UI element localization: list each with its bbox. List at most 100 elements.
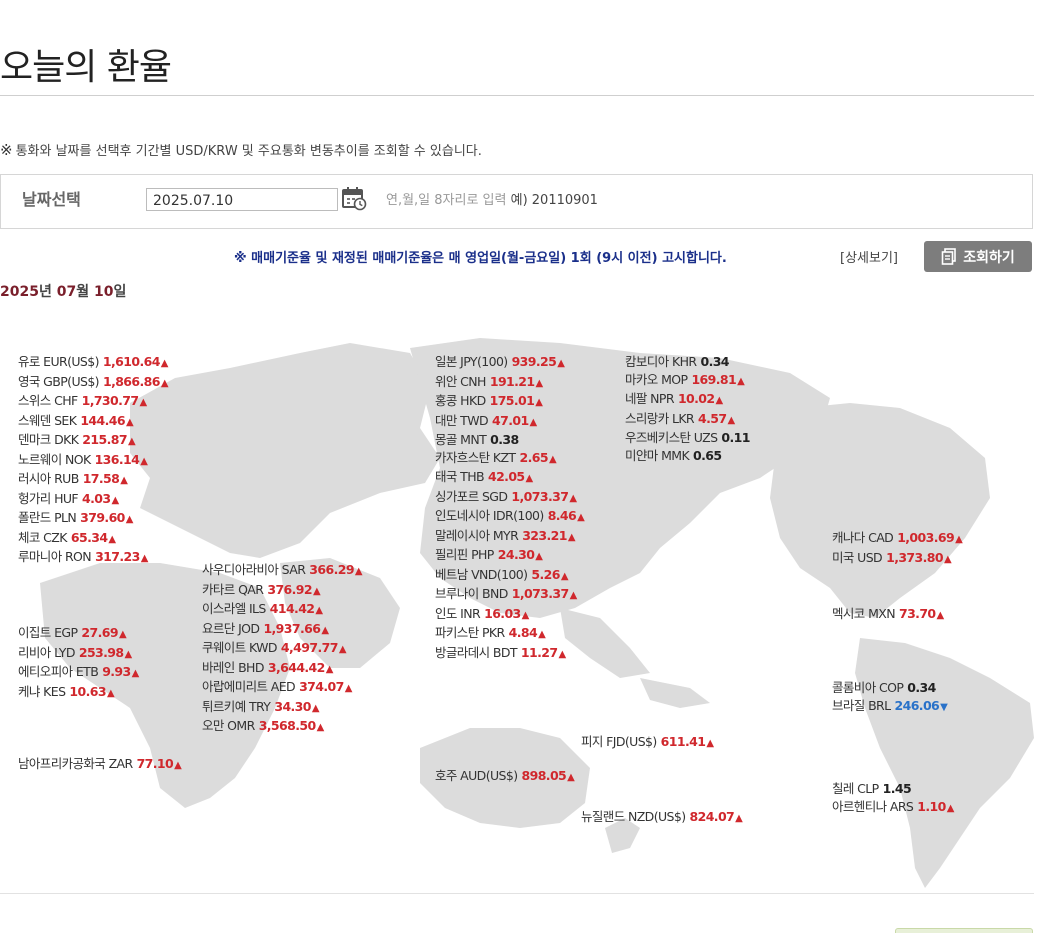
rate-item[interactable]: 베트남 VND(100) 5.26▲ bbox=[435, 566, 584, 586]
up-arrow-icon: ▲ bbox=[735, 813, 743, 824]
rate-value: 611.41 bbox=[660, 734, 706, 749]
rate-item[interactable]: 칠레 CLP 1.45 bbox=[832, 780, 954, 798]
rate-item[interactable]: 네팔 NPR 10.02▲ bbox=[625, 390, 750, 410]
rate-item[interactable]: 인도 INR 16.03▲ bbox=[435, 605, 584, 625]
bottom-corner-button[interactable] bbox=[895, 928, 1033, 933]
rate-item[interactable]: 필리핀 PHP 24.30▲ bbox=[435, 546, 584, 566]
title-divider bbox=[0, 95, 1034, 96]
up-arrow-icon: ▲ bbox=[315, 605, 323, 616]
rate-item[interactable]: 우즈베키스탄 UZS 0.11 bbox=[625, 429, 750, 447]
rate-item[interactable]: 노르웨이 NOK 136.14▲ bbox=[18, 451, 168, 471]
currency-name: 이집트 EGP bbox=[18, 625, 78, 640]
date-input[interactable] bbox=[146, 188, 338, 211]
rate-item[interactable]: 덴마크 DKK 215.87▲ bbox=[18, 431, 168, 451]
rate-item[interactable]: 헝가리 HUF 4.03▲ bbox=[18, 490, 168, 510]
rate-item[interactable]: 루마니아 RON 317.23▲ bbox=[18, 548, 168, 568]
up-arrow-icon: ▲ bbox=[946, 802, 955, 814]
rate-item[interactable]: 이스라엘 ILS 414.42▲ bbox=[202, 600, 362, 620]
rate-item[interactable]: 케냐 KES 10.63▲ bbox=[18, 683, 139, 703]
rate-item[interactable]: 마카오 MOP 169.81▲ bbox=[625, 371, 750, 391]
up-arrow-icon: ▲ bbox=[125, 416, 134, 428]
rate-value: 374.07 bbox=[299, 679, 344, 694]
rate-item[interactable]: 스위스 CHF 1,730.77▲ bbox=[18, 392, 168, 412]
rate-item[interactable]: 스리랑카 LKR 4.57▲ bbox=[625, 410, 750, 430]
query-button[interactable]: 조회하기 bbox=[924, 241, 1032, 272]
rate-item[interactable]: 영국 GBP(US$) 1,866.86▲ bbox=[18, 373, 169, 393]
rate-value: 27.69 bbox=[81, 625, 118, 640]
rate-item[interactable]: 스웨덴 SEK 144.46▲ bbox=[18, 412, 168, 432]
rate-item[interactable]: 브라질 BRL 246.06▼ bbox=[832, 697, 948, 717]
rate-value: 1.45 bbox=[882, 781, 912, 796]
rate-item[interactable]: 파키스탄 PKR 4.84▲ bbox=[435, 624, 584, 644]
rate-item[interactable]: 멕시코 MXN 73.70▲ bbox=[832, 605, 944, 625]
currency-name: 위안 CNH bbox=[435, 373, 486, 389]
rate-item[interactable]: 몽골 MNT 0.38 bbox=[435, 431, 584, 449]
rate-item[interactable]: 카자흐스탄 KZT 2.65▲ bbox=[435, 449, 584, 469]
rate-item[interactable]: 바레인 BHD 3,644.42▲ bbox=[202, 659, 362, 679]
rate-value: 1,073.37 bbox=[511, 488, 569, 504]
rate-item[interactable]: 아랍에미리트 AED 374.07▲ bbox=[202, 678, 362, 698]
currency-name: 이스라엘 ILS bbox=[202, 601, 266, 616]
rate-group-south-america-south: 칠레 CLP 1.45 아르헨티나 ARS 1.10▲ bbox=[832, 780, 954, 817]
rate-item[interactable]: 태국 THB 42.05▲ bbox=[435, 468, 584, 488]
rate-item[interactable]: 사우디아라비아 SAR 366.29▲ bbox=[202, 561, 363, 581]
rate-item[interactable]: 오만 OMR 3,568.50▲ bbox=[202, 717, 362, 737]
rate-item[interactable]: 말레이시아 MYR 323.21▲ bbox=[435, 527, 584, 547]
up-arrow-icon: ▲ bbox=[535, 551, 543, 562]
currency-name: 영국 GBP(US$) bbox=[18, 373, 100, 389]
currency-name: 남아프리카공화국 ZAR bbox=[18, 756, 133, 771]
rate-value: 4.84 bbox=[508, 625, 538, 640]
rate-item[interactable]: 튀르키예 TRY 34.30▲ bbox=[202, 698, 362, 718]
rate-value: 42.05 bbox=[487, 469, 525, 484]
rate-value: 2.65 bbox=[519, 449, 548, 465]
rate-value: 824.07 bbox=[689, 809, 735, 824]
up-arrow-icon: ▲ bbox=[557, 358, 565, 369]
currency-name: 노르웨이 NOK bbox=[18, 451, 91, 467]
rate-item[interactable]: 방글라데시 BDT 11.27▲ bbox=[435, 644, 584, 664]
rate-item[interactable]: 미국 USD 1,373.80▲ bbox=[832, 549, 962, 569]
detail-link[interactable]: [상세보기] bbox=[840, 247, 898, 266]
rate-item[interactable]: 체코 CZK 65.34▲ bbox=[18, 529, 168, 549]
rate-item[interactable]: 리비아 LYD 253.98▲ bbox=[18, 644, 139, 664]
up-arrow-icon: ▲ bbox=[936, 610, 945, 621]
rate-item[interactable]: 폴란드 PLN 379.60▲ bbox=[18, 509, 168, 529]
rate-item[interactable]: 쿠웨이트 KWD 4,497.77▲ bbox=[202, 639, 362, 659]
rate-item[interactable]: 위안 CNH 191.21▲ bbox=[435, 373, 584, 393]
rate-value: 34.30 bbox=[274, 698, 311, 714]
currency-name: 브루나이 BND bbox=[435, 586, 508, 601]
currency-name: 인도네시아 IDR(100) bbox=[435, 508, 544, 523]
rate-item[interactable]: 뉴질랜드 NZD(US$) 824.07▲ bbox=[581, 808, 743, 828]
up-arrow-icon: ▲ bbox=[344, 683, 353, 694]
rate-item[interactable]: 캄보디아 KHR 0.34 bbox=[625, 353, 750, 371]
notice-text: ※ 통화와 날짜를 선택후 기간별 USD/KRW 및 주요통화 변동추이를 조회… bbox=[0, 140, 482, 159]
rate-item[interactable]: 브루나이 BND 1,073.37▲ bbox=[435, 585, 584, 605]
calendar-icon[interactable] bbox=[341, 185, 367, 211]
rate-item[interactable]: 카타르 QAR 376.92▲ bbox=[202, 581, 362, 601]
rate-item[interactable]: 호주 AUD(US$) 898.05▲ bbox=[435, 767, 575, 787]
rate-item[interactable]: 싱가포르 SGD 1,073.37▲ bbox=[435, 488, 584, 508]
rate-item[interactable]: 유로 EUR(US$) 1,610.64▲ bbox=[18, 353, 168, 373]
rate-item[interactable]: 남아프리카공화국 ZAR 77.10▲ bbox=[18, 755, 182, 775]
currency-name: 필리핀 PHP bbox=[435, 547, 494, 562]
rate-item[interactable]: 홍콩 HKD 175.01▲ bbox=[435, 392, 584, 412]
rate-item[interactable]: 러시아 RUB 17.58▲ bbox=[18, 470, 168, 490]
up-arrow-icon: ▲ bbox=[124, 648, 132, 660]
up-arrow-icon: ▲ bbox=[321, 624, 329, 636]
currency-name: 유로 EUR(US$) bbox=[18, 354, 100, 369]
rate-item[interactable]: 인도네시아 IDR(100) 8.46▲ bbox=[435, 507, 585, 527]
rate-item[interactable]: 미얀마 MMK 0.65 bbox=[625, 447, 750, 465]
up-arrow-icon: ▲ bbox=[535, 397, 543, 408]
currency-name: 아르헨티나 ARS bbox=[832, 798, 914, 814]
rate-item[interactable]: 이집트 EGP 27.69▲ bbox=[18, 624, 139, 644]
rate-item[interactable]: 요르단 JOD 1,937.66▲ bbox=[202, 620, 362, 640]
rate-item[interactable]: 캐나다 CAD 1,003.69▲ bbox=[832, 529, 963, 549]
notice-body: 통화와 날짜를 선택후 기간별 USD/KRW 및 주요통화 변동추이를 조회할… bbox=[15, 144, 482, 159]
rate-item[interactable]: 콜롬비아 COP 0.34 bbox=[832, 679, 947, 697]
rate-item[interactable]: 피지 FJD(US$) 611.41▲ bbox=[581, 733, 714, 753]
rate-item[interactable]: 아르헨티나 ARS 1.10▲ bbox=[832, 798, 954, 818]
rate-value: 1,866.86 bbox=[102, 373, 160, 389]
rate-item[interactable]: 에티오피아 ETB 9.93▲ bbox=[18, 663, 139, 683]
up-arrow-icon: ▲ bbox=[120, 475, 128, 486]
rate-item[interactable]: 대만 TWD 47.01▲ bbox=[435, 412, 584, 432]
rate-item[interactable]: 일본 JPY(100) 939.25▲ bbox=[435, 353, 584, 373]
